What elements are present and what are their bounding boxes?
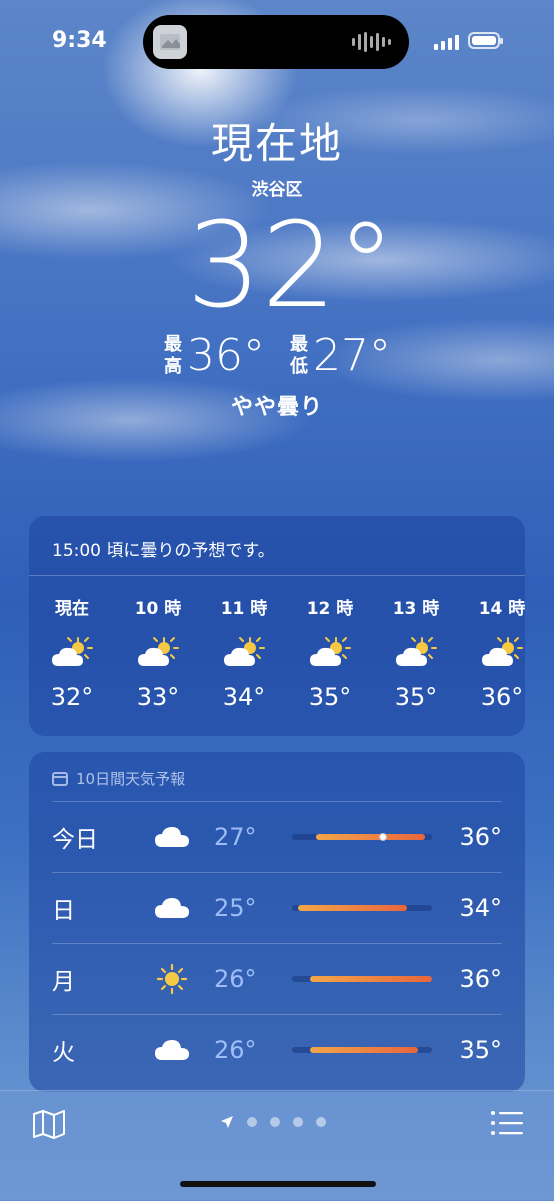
hour-label: 11 時 (220, 599, 268, 619)
map-icon (33, 1110, 65, 1139)
temp-range-bar (292, 833, 432, 841)
cellular-signal-icon (434, 34, 459, 50)
temp-range-bar (292, 976, 432, 982)
location-arrow-icon (221, 1116, 233, 1128)
hour-temp: 33° (136, 683, 180, 711)
low-temp: 27° (313, 330, 391, 381)
cloud-icon (136, 825, 208, 849)
hour-temp: 32° (50, 683, 94, 711)
forecast-low: 26° (214, 1036, 257, 1064)
partly-cloudy-icon (201, 629, 287, 677)
forecast-row[interactable]: 火 26° 35° (52, 1014, 502, 1085)
status-time: 9:34 (52, 28, 107, 53)
page-dot (270, 1117, 280, 1127)
hour-temp: 36° (480, 683, 524, 711)
forecast-title: 10日間天気予報 (76, 770, 186, 788)
temp-range-fill (310, 1047, 418, 1053)
current-temp-marker (379, 833, 387, 841)
hour-item: 12 時 35° (287, 576, 373, 711)
hourly-list[interactable]: 現在 32° 10 時 33° 11 時 34° 12 時 35° 13 時 3… (29, 576, 525, 711)
forecast-day: 火 (52, 1040, 75, 1066)
current-weather: 現在地 渋谷区 32° 最高 36° 最低 27° やや曇り (0, 110, 554, 421)
temp-range-fill (310, 976, 432, 982)
low-label: 最低 (290, 333, 308, 377)
ten-day-forecast-card[interactable]: 10日間天気予報 今日 27° 36° 日 25° 34° 月 26° 36° … (29, 752, 525, 1092)
forecast-low: 27° (214, 823, 257, 851)
hour-item: 14 時 36° (459, 576, 525, 711)
forecast-day: 月 (52, 969, 75, 995)
partly-cloudy-icon (115, 629, 201, 677)
hourly-forecast-card[interactable]: 15:00 頃に曇りの予想です。 現在 32° 10 時 33° 11 時 34… (29, 516, 525, 736)
partly-cloudy-icon (29, 629, 115, 677)
hour-label: 14 時 (478, 599, 525, 619)
forecast-low: 25° (214, 894, 257, 922)
location-title: 現在地 (210, 119, 343, 168)
partly-cloudy-icon (459, 629, 525, 677)
forecast-row[interactable]: 日 25° 34° (52, 872, 502, 943)
page-dot (247, 1117, 257, 1127)
high-low: 最高 36° 最低 27° (0, 330, 554, 381)
location-list-button[interactable] (490, 1109, 524, 1141)
partly-cloudy-icon (373, 629, 459, 677)
page-dot (293, 1117, 303, 1127)
hour-label: 10 時 (134, 599, 182, 619)
status-bar: 9:34 (0, 0, 554, 80)
audio-waveform-icon (352, 32, 391, 52)
dynamic-island[interactable] (143, 15, 409, 69)
forecast-row[interactable]: 月 26° 36° (52, 943, 502, 1014)
hour-item: 10 時 33° (115, 576, 201, 711)
hour-label: 13 時 (392, 599, 440, 619)
forecast-header: 10日間天気予報 (29, 752, 525, 801)
forecast-row[interactable]: 今日 27° 36° (52, 801, 502, 872)
hour-temp: 34° (222, 683, 266, 711)
battery-icon (468, 32, 503, 49)
home-indicator[interactable] (180, 1181, 376, 1187)
temp-range-bar (292, 905, 432, 911)
hour-item: 13 時 35° (373, 576, 459, 711)
temp-range-fill (297, 905, 407, 911)
high-label: 最高 (164, 333, 182, 377)
hour-item: 11 時 34° (201, 576, 287, 711)
current-temperature: 32° (186, 196, 396, 334)
list-icon (491, 1111, 523, 1135)
low-temp-group: 最低 27° (289, 330, 391, 381)
forecast-high: 35° (459, 1036, 502, 1064)
condition-text: やや曇り (230, 395, 323, 420)
hour-item: 現在 32° (29, 576, 115, 711)
forecast-high: 34° (459, 894, 502, 922)
high-temp: 36° (187, 330, 265, 381)
page-indicator[interactable] (220, 1115, 326, 1129)
sun-icon (136, 963, 208, 995)
now-playing-thumbnail (153, 25, 187, 59)
forecast-day: 日 (52, 898, 75, 924)
high-temp-group: 最高 36° (163, 330, 265, 381)
hourly-summary: 15:00 頃に曇りの予想です。 (29, 516, 525, 576)
forecast-high: 36° (459, 965, 502, 993)
forecast-low: 26° (214, 965, 257, 993)
hour-label: 12 時 (306, 599, 354, 619)
page-dot (316, 1117, 326, 1127)
cloud-icon (136, 1038, 208, 1062)
hour-temp: 35° (394, 683, 438, 711)
temp-range-fill (315, 834, 425, 840)
hour-label: 現在 (55, 599, 89, 619)
partly-cloudy-icon (287, 629, 373, 677)
cloud-icon (136, 896, 208, 920)
hour-temp: 35° (308, 683, 352, 711)
calendar-icon (52, 771, 68, 786)
temp-range-bar (292, 1047, 432, 1053)
forecast-day: 今日 (52, 827, 98, 853)
map-button[interactable] (32, 1109, 66, 1143)
forecast-high: 36° (459, 823, 502, 851)
